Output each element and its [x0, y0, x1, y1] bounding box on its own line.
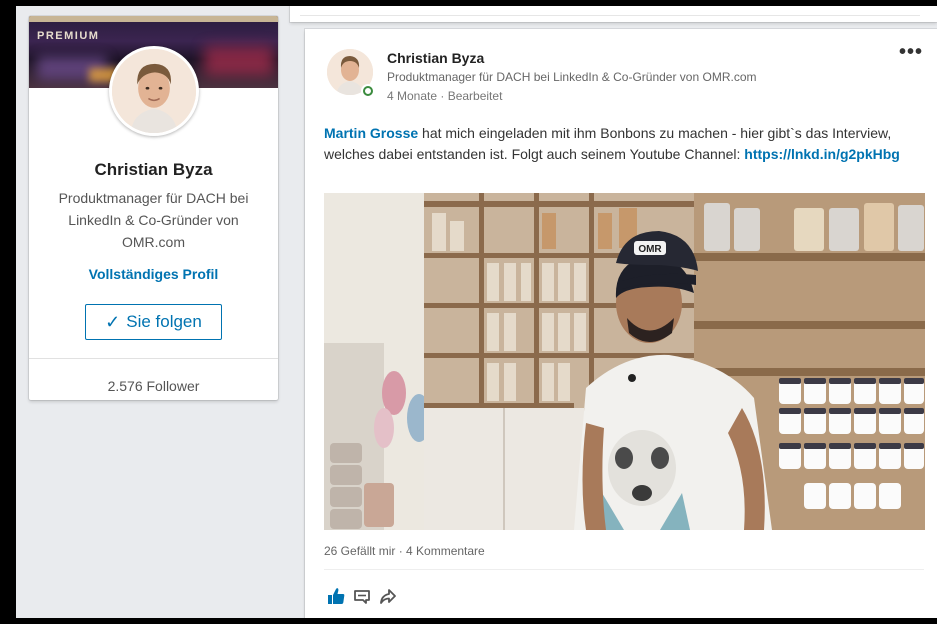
following-button[interactable]: ✓ Sie folgen: [85, 304, 222, 340]
video-thumbnail[interactable]: OMR: [324, 193, 925, 530]
comment-icon: [354, 590, 370, 604]
checkmark-icon: ✓: [105, 312, 121, 332]
avatar-photo: [112, 49, 196, 133]
comment-button[interactable]: [351, 585, 373, 607]
online-status-icon: [361, 84, 375, 98]
video-still-image: OMR: [324, 193, 925, 530]
profile-avatar[interactable]: [109, 46, 199, 136]
linkedin-feed-screen: PREMIUM Christian Byza Produktmanager fü…: [16, 6, 937, 618]
profile-card: PREMIUM Christian Byza Produktmanager fü…: [29, 16, 278, 400]
post-url-link[interactable]: https://lnkd.in/g2pkHbg: [744, 146, 900, 162]
thumbs-up-icon: [328, 588, 345, 604]
profile-name[interactable]: Christian Byza: [29, 160, 278, 180]
cap-logo-text: OMR: [638, 244, 662, 255]
divider: [300, 15, 920, 16]
more-options-icon[interactable]: •••: [899, 42, 927, 65]
follower-count[interactable]: 2.576 Follower: [29, 378, 278, 394]
following-button-label: Sie folgen: [126, 312, 202, 331]
premium-label: PREMIUM: [37, 30, 100, 42]
share-icon: [380, 589, 396, 604]
divider: [324, 569, 924, 570]
like-button[interactable]: [325, 585, 347, 607]
profile-headline: Produktmanager für DACH bei LinkedIn & C…: [58, 190, 249, 250]
post-author-name[interactable]: Christian Byza: [387, 50, 484, 66]
share-button[interactable]: [377, 585, 399, 607]
banner-stripe: [29, 16, 278, 22]
previous-post-card: [290, 6, 937, 22]
post-author-headline: Produktmanager für DACH bei LinkedIn & C…: [387, 70, 757, 84]
banner-decoration: [204, 46, 274, 76]
feed-post: Christian Byza Produktmanager für DACH b…: [305, 29, 937, 618]
post-text: Martin Grosse hat mich eingeladen mit ih…: [324, 123, 924, 165]
divider: [29, 358, 278, 359]
mention-link[interactable]: Martin Grosse: [324, 125, 418, 141]
post-timestamp: 4 Monate · Bearbeitet: [387, 89, 503, 103]
full-profile-link[interactable]: Vollständiges Profil: [29, 266, 278, 282]
social-counts[interactable]: 26 Gefällt mir · 4 Kommentare: [324, 544, 485, 558]
